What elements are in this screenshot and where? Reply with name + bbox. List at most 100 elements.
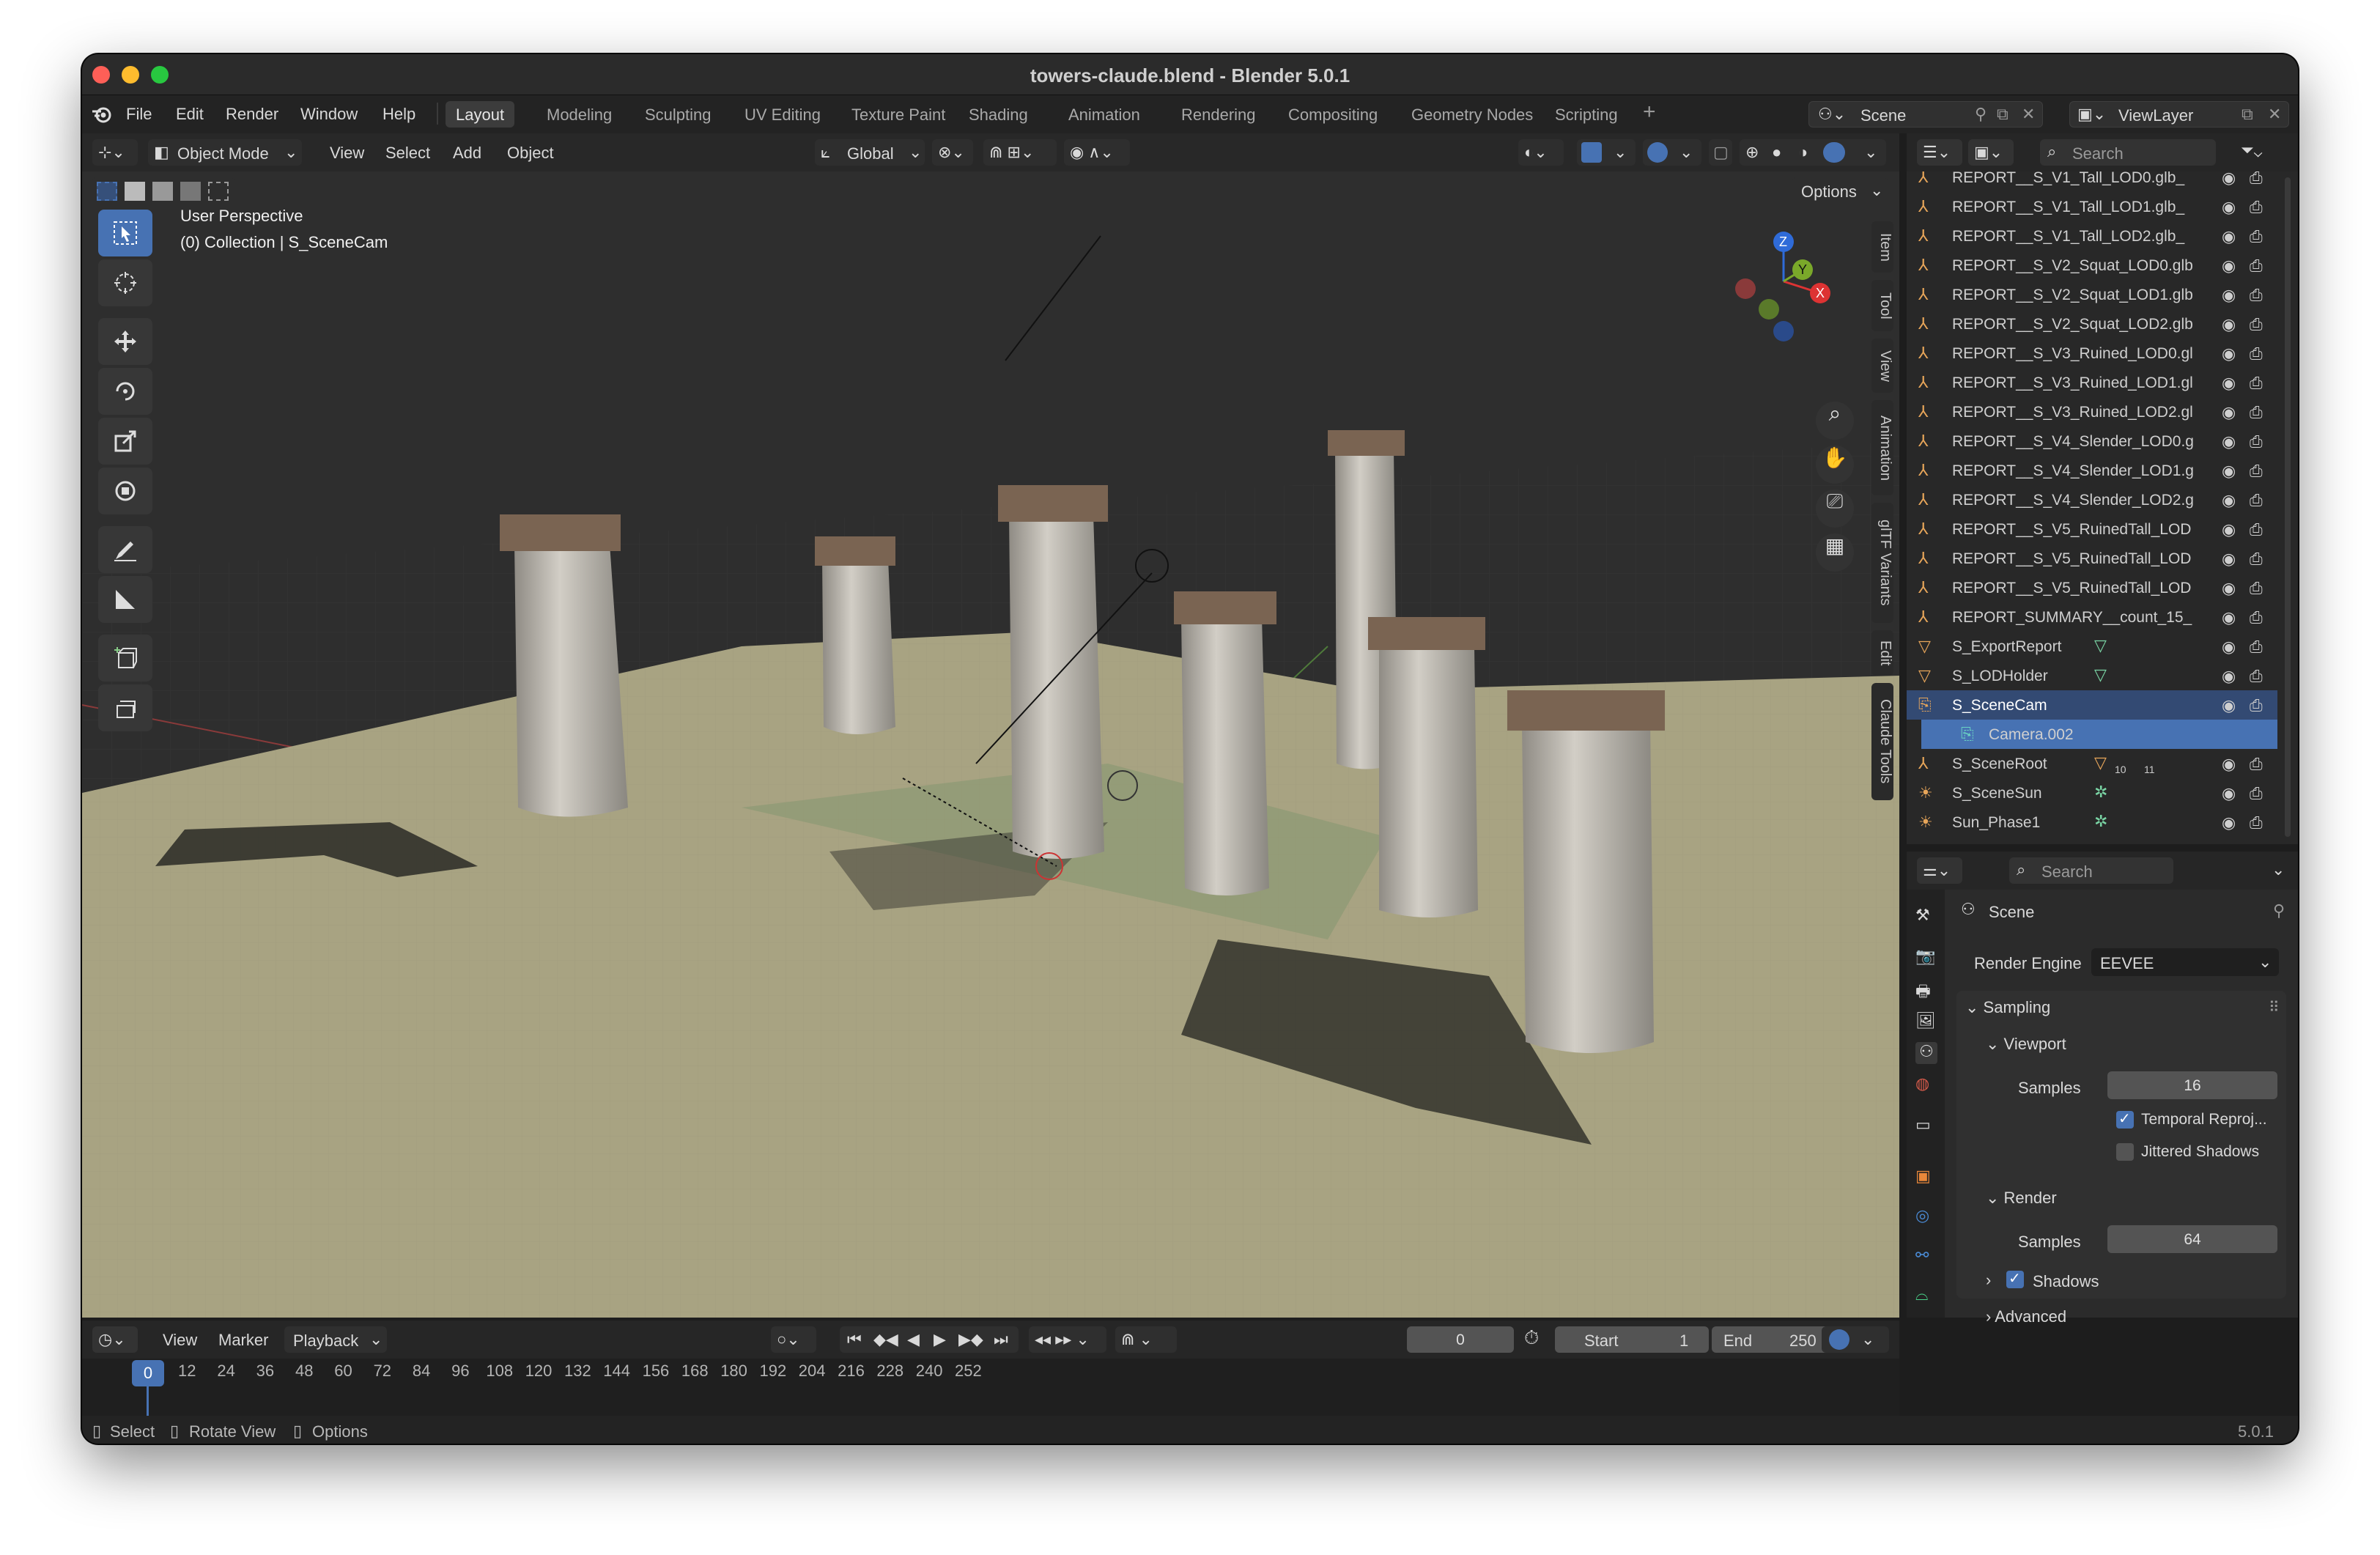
menu-edit[interactable]: Edit [176,105,204,124]
render-camera-icon[interactable]: ⎙ [2250,374,2263,393]
viewport-subpanel-header[interactable]: ⌄ Viewport [1986,1035,2066,1054]
render-camera-icon[interactable]: ⎙ [2250,608,2263,627]
visibility-eye-icon[interactable]: ◉ [2222,227,2236,246]
scene-tab-icon[interactable]: ⚇ [1915,1042,1937,1064]
visibility-eye-icon[interactable]: ◉ [2222,520,2236,539]
solid-shading-icon[interactable]: ● [1772,143,1781,162]
menu-object[interactable]: Object [507,144,554,163]
render-camera-icon[interactable]: ⎙ [2250,813,2263,832]
delete-scene-icon[interactable]: ✕ [2022,105,2035,124]
scene-selector[interactable]: ⚇⌄ Scene ⚲ ⧉ ✕ [1808,101,2043,128]
editor-type-icon[interactable]: ⊹⌄ [92,139,138,166]
move-tool[interactable] [98,318,152,365]
render-camera-icon[interactable]: ⎙ [2250,520,2263,539]
render-camera-icon[interactable]: ⎙ [2250,315,2263,334]
view-layer-selector[interactable]: ▣⌄ ViewLayer ⧉ ✕ [2069,101,2289,128]
outliner-row[interactable]: ▽Tower_Phase1▽13◉⎙ [1907,837,2277,844]
output-tab-icon[interactable]: 🖶 [1915,979,1937,1001]
visibility-eye-icon[interactable]: ◉ [2222,198,2236,217]
properties-search-field[interactable]: ⌕ Search [2009,857,2173,884]
drag-handle-icon[interactable]: ⠿ [2269,998,2280,1016]
object-mode-dropdown[interactable]: ◧ Object Mode ⌄ [148,139,302,166]
new-view-layer-icon[interactable]: ⧉ [2242,105,2253,124]
world-tab-icon[interactable]: ◍ [1915,1074,1937,1096]
tab-layout[interactable]: Layout [446,101,515,128]
outliner-row[interactable]: ⅄ REPORT__S_V2_Squat_LOD0.glb ◉ ⎙ [1907,251,2277,280]
outliner-row[interactable]: ⅄ REPORT__S_V1_Tall_LOD1.glb_ ◉ ⎙ [1907,192,2277,221]
object-tab-icon[interactable]: ▣ [1915,1167,1937,1189]
tab-animation-panel[interactable]: Animation [1871,400,1893,495]
menu-view[interactable]: View [330,144,364,163]
pin-icon[interactable]: ⚲ [1975,105,1987,124]
render-camera-icon[interactable]: ⎙ [2250,784,2263,803]
visibility-eye-icon[interactable]: ◉ [2222,638,2236,657]
visibility-eye-icon[interactable]: ◉ [2222,432,2236,451]
mesh-data-icon[interactable]: ▽ [2094,753,2107,772]
mesh-data-icon[interactable]: ▽ [2094,841,2107,844]
render-camera-icon[interactable]: ⎙ [2250,491,2263,510]
render-camera-icon[interactable]: ⎙ [2250,579,2263,598]
tab-sculpting[interactable]: Sculpting [635,101,722,128]
outliner-row[interactable]: ⅄ REPORT__S_V5_RuinedTall_LOD ◉ ⎙ [1907,544,2277,573]
outliner-row[interactable]: ⅄ REPORT__S_V3_Ruined_LOD1.gl ◉ ⎙ [1907,368,2277,397]
extrude-tool[interactable] [98,684,152,731]
render-subpanel-header[interactable]: ⌄ Render [1986,1189,2057,1208]
outliner-row[interactable]: ⅄ REPORT__S_V4_Slender_LOD0.g ◉ ⎙ [1907,426,2277,456]
outliner-row[interactable]: ⅄ REPORT__S_V1_Tall_LOD0.glb_ ◉ ⎙ [1907,171,2277,192]
collection-tab-icon[interactable]: ▭ [1915,1115,1937,1137]
visibility-eye-icon[interactable]: ◉ [2222,813,2236,832]
tab-item[interactable]: Item [1871,221,1893,273]
3d-viewport[interactable]: ⊹⌄ ◧ Object Mode ⌄ View Select Add Objec… [82,133,1899,1318]
tower-3[interactable] [998,485,1108,859]
chevron-down-icon[interactable]: ⌄ [1864,143,1877,162]
render-camera-icon[interactable]: ⎙ [2250,696,2263,715]
menu-file[interactable]: File [126,105,152,124]
outliner-row[interactable]: ☀ Sun_Phase1 ✲ ◉ ⎙ [1907,808,2277,837]
blender-logo-icon[interactable] [91,104,113,125]
outliner-row[interactable]: ⎘ S_SceneCam ◉ ⎙ [1907,690,2277,720]
playhead[interactable]: 0 [132,1360,164,1386]
data-tab-icon[interactable]: ⌓ [1915,1285,1937,1307]
outliner-row[interactable]: ⅄ S_SceneRoot ▽ 10 11 ◉ ⎙ [1907,749,2277,778]
outliner-row[interactable]: ⅄ REPORT__S_V5_RuinedTall_LOD ◉ ⎙ [1907,573,2277,602]
add-workspace-icon[interactable]: + [1643,100,1656,125]
tab-view[interactable]: View [1871,339,1893,393]
menu-select[interactable]: Select [385,144,430,163]
render-engine-dropdown[interactable]: EEVEE ⌄ [2091,948,2279,976]
camera-view-icon[interactable]: ⎚ [1816,490,1854,528]
viewport-scene[interactable] [82,133,1899,1318]
select-invert-icon[interactable] [180,182,201,201]
outliner-row[interactable]: ⅄ REPORT__S_V3_Ruined_LOD2.gl ◉ ⎙ [1907,397,2277,426]
visibility-eye-icon[interactable]: ◉ [2222,784,2236,803]
pivot-icon[interactable]: ⊗⌄ [932,139,973,166]
constraints-tab-icon[interactable]: ⚯ [1915,1246,1937,1268]
select-new-icon[interactable] [97,182,117,201]
render-camera-icon[interactable]: ⎙ [2250,286,2263,305]
outliner-row[interactable]: ☀ S_SceneSun ✲ ◉ ⎙ [1907,778,2277,808]
shadows-subpanel-header[interactable]: › [1986,1271,1991,1290]
snap-icon[interactable]: ⋒ ⊞⌄ [983,139,1057,166]
xray-icon[interactable]: ▢ [1709,139,1732,166]
tab-tool[interactable]: Tool [1871,280,1893,331]
visibility-eye-icon[interactable]: ◉ [2222,843,2236,844]
physics-tab-icon[interactable]: ◎ [1915,1206,1937,1228]
select-subtract-icon[interactable] [152,182,173,201]
tab-modeling[interactable]: Modeling [536,101,622,128]
visibility-eye-icon[interactable]: ◉ [2222,491,2236,510]
proportional-edit-icon[interactable]: ◉ ∧⌄ [1064,139,1130,166]
outliner-row[interactable]: ⅄ REPORT__S_V4_Slender_LOD1.g ◉ ⎙ [1907,456,2277,485]
add-cube-tool[interactable] [98,635,152,682]
outliner-row[interactable]: ⅄ REPORT__S_V5_RuinedTall_LOD ◉ ⎙ [1907,514,2277,544]
view-layer-tab-icon[interactable]: 🖼 [1915,1011,1937,1033]
visibility-eye-icon[interactable]: ◉ [2222,696,2236,715]
tool-tab-icon[interactable]: ⚒ [1915,906,1937,928]
visibility-eye-icon[interactable]: ◉ [2222,171,2236,188]
visibility-eye-icon[interactable]: ◉ [2222,256,2236,276]
render-camera-icon[interactable]: ⎙ [2250,462,2263,481]
viewport-samples-field[interactable]: 16 [2107,1071,2277,1099]
render-camera-icon[interactable]: ⎙ [2250,227,2263,246]
tab-scripting[interactable]: Scripting [1545,101,1628,128]
pan-hand-icon[interactable]: ✋ [1816,446,1854,484]
render-camera-icon[interactable]: ⎙ [2250,638,2263,657]
jittered-shadows-checkbox[interactable] [2116,1143,2134,1161]
